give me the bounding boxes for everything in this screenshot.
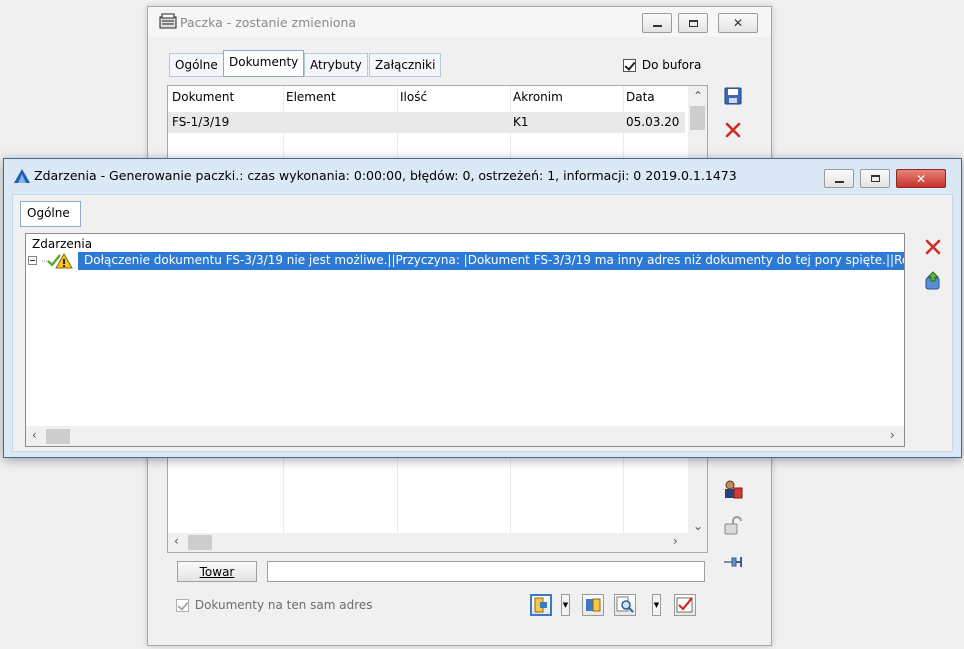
same-address-checkbox[interactable]	[176, 599, 189, 612]
close-icon: ✕	[915, 171, 927, 186]
pin-icon	[724, 557, 742, 567]
close-icon: ✕	[732, 16, 744, 30]
events-header: Zdarzenia	[32, 237, 93, 251]
tab-ogolne[interactable]: Ogólne	[169, 53, 224, 77]
towar-button-label: Towar	[199, 565, 235, 579]
zdarzenia-minimize-button[interactable]	[824, 169, 854, 188]
delete-x-icon	[925, 239, 941, 255]
same-address-label: Dokumenty na ten sam adres	[194, 598, 373, 612]
dropdown-arrow-icon: ▼	[653, 601, 660, 609]
paczka-maximize-button[interactable]	[678, 13, 708, 33]
zdarzenia-title: Zdarzenia - Generowanie paczki.: czas wy…	[34, 168, 737, 183]
scroll-right-icon[interactable]: ›	[890, 428, 895, 442]
minimize-icon	[834, 180, 844, 183]
minimize-icon	[652, 25, 662, 27]
zdarzenia-window: Zdarzenia - Generowanie paczki.: czas wy…	[3, 158, 962, 458]
maximize-icon	[688, 19, 698, 27]
maximize-icon	[870, 175, 880, 182]
scroll-right-icon[interactable]: ›	[673, 534, 678, 548]
dropdown-arrow-icon: ▼	[562, 601, 569, 609]
zdarzenia-titlebar: Zdarzenia - Generowanie paczki.: czas wy…	[4, 159, 961, 193]
save-button[interactable]	[721, 84, 745, 108]
scroll-down-icon[interactable]: ⌄	[693, 519, 703, 533]
scroll-up-icon[interactable]: ⌃	[693, 89, 703, 103]
scrollbar-thumb[interactable]	[188, 535, 212, 550]
unlink-documents-button[interactable]	[582, 594, 604, 616]
user-card-icon	[725, 480, 743, 499]
paczka-close-button[interactable]: ✕	[718, 13, 758, 33]
save-icon	[724, 87, 742, 105]
pin-button[interactable]	[721, 550, 745, 574]
event-message: Dołączenie dokumentu FS-3/3/19 nie jest …	[78, 252, 904, 270]
delete-button[interactable]	[721, 118, 745, 142]
tab-dokumenty[interactable]: Dokumenty	[223, 50, 305, 77]
scroll-left-icon[interactable]: ‹	[174, 534, 179, 548]
magnifier-icon	[616, 596, 634, 613]
cell-data: 05.03.20	[626, 115, 680, 129]
events-delete-button[interactable]	[921, 235, 945, 259]
table-row[interactable]: FS-1/3/19 K1 05.03.20	[168, 112, 685, 133]
preview-button[interactable]	[614, 594, 636, 616]
do-bufora-checkbox-group[interactable]: Do bufora	[623, 58, 701, 72]
events-tree[interactable]: Zdarzenia Dołączenie dokumentu FS-3/3/19…	[25, 233, 905, 447]
link-dropdown-button[interactable]: ▼	[561, 594, 570, 616]
paczka-titlebar: Paczka - zostanie zmieniona ✕	[148, 7, 771, 37]
cell-akronim: K1	[513, 115, 529, 129]
scrollbar-thumb[interactable]	[46, 429, 70, 444]
paczka-title: Paczka - zostanie zmieniona	[180, 15, 357, 30]
paczka-minimize-button[interactable]	[642, 13, 672, 33]
list-item[interactable]: Dołączenie dokumentu FS-3/3/19 nie jest …	[26, 252, 904, 270]
col-element[interactable]: Element	[286, 90, 336, 104]
preview-dropdown-button[interactable]: ▼	[652, 594, 661, 616]
grid-horizontal-scrollbar[interactable]: ‹ ›	[168, 533, 707, 552]
warning-icon	[42, 253, 73, 269]
col-akronim[interactable]: Akronim	[513, 90, 563, 104]
do-bufora-checkbox[interactable]	[623, 59, 636, 72]
delete-x-icon	[725, 122, 741, 138]
approve-button[interactable]	[674, 594, 696, 616]
events-horizontal-scrollbar[interactable]: ‹ ›	[26, 426, 904, 446]
checkmark-icon	[676, 597, 693, 613]
do-bufora-label: Do bufora	[641, 58, 702, 72]
tab-ogolne-events[interactable]: Ogólne	[20, 201, 81, 227]
col-ilosc[interactable]: Ilość	[400, 90, 427, 104]
zdarzenia-close-button[interactable]: ✕	[896, 169, 946, 188]
unlink-icon	[586, 598, 601, 612]
col-data[interactable]: Data	[626, 90, 655, 104]
scrollbar-thumb[interactable]	[690, 106, 705, 130]
tab-zalaczniki[interactable]: Załączniki	[369, 53, 442, 77]
zdarzenia-maximize-button[interactable]	[860, 169, 890, 188]
towar-button[interactable]: Towar	[177, 561, 257, 582]
same-address-checkbox-group[interactable]: Dokumenty na ten sam adres	[176, 598, 373, 612]
cell-dokument: FS-1/3/19	[172, 115, 230, 129]
scroll-left-icon[interactable]: ‹	[32, 428, 37, 442]
export-icon	[925, 271, 940, 290]
grid-header: Dokument Element Ilość Akronim Data	[168, 86, 707, 110]
padlock-icon	[724, 516, 742, 535]
collapse-icon[interactable]	[28, 256, 37, 265]
unlock-button[interactable]	[721, 514, 745, 538]
tab-atrybuty[interactable]: Atrybuty	[304, 53, 368, 77]
col-dokument[interactable]: Dokument	[172, 90, 234, 104]
towar-input[interactable]	[267, 561, 705, 582]
contractor-button[interactable]	[721, 478, 745, 502]
link-icon	[534, 597, 547, 613]
events-export-button[interactable]	[921, 269, 945, 293]
package-app-icon	[159, 13, 177, 29]
zdarzenia-content: Ogólne Zdarzenia Dołączenie dokumentu FS…	[12, 194, 953, 452]
link-documents-button[interactable]	[530, 594, 552, 616]
app-logo-icon	[14, 169, 30, 183]
